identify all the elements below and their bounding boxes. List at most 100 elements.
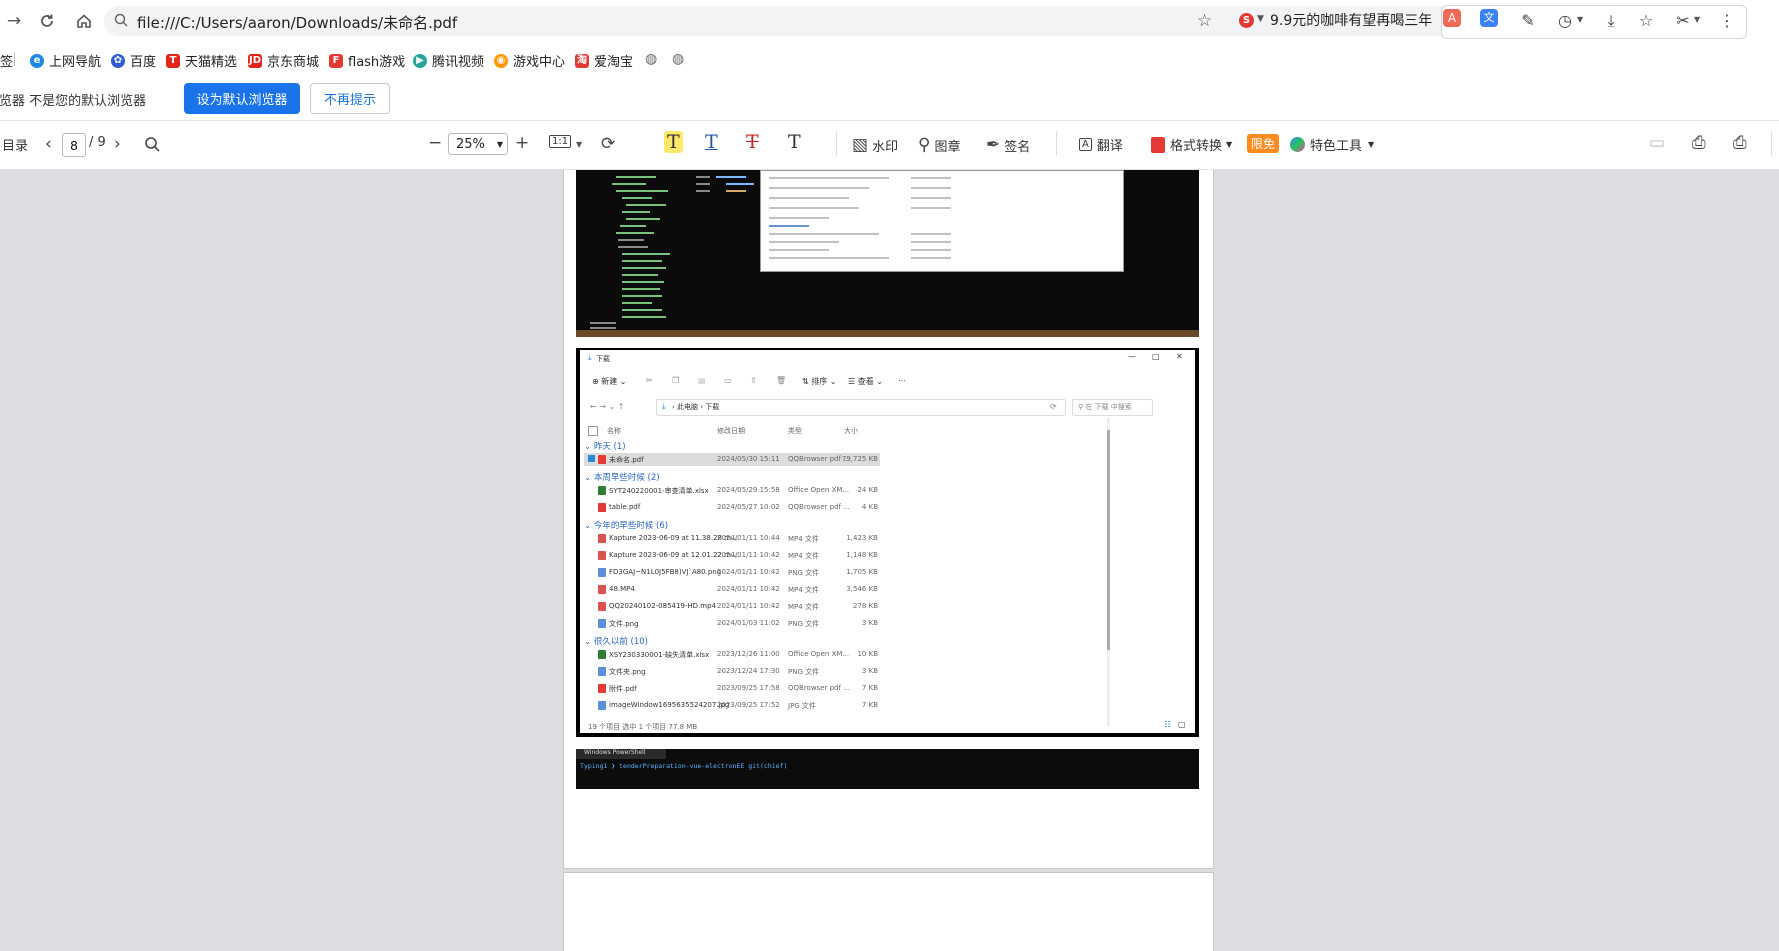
bookmark-label: 天猫精选	[185, 55, 238, 70]
url-text[interactable]: file:///C:/Users/aaron/Downloads/未命名.pdf	[137, 12, 457, 33]
file-size: 1,705 KB	[846, 568, 878, 576]
print-icon[interactable]: ⎙	[1733, 133, 1747, 153]
search-icon[interactable]	[144, 136, 160, 156]
bookmark-item[interactable]: e 上网导航	[30, 51, 101, 70]
file-size: 4 KB	[861, 503, 878, 511]
minimize-icon: —	[1128, 352, 1136, 361]
explorer-window: ⤓ 下载 — □ ✕ ⊕ 新建 ⌄ ✂ ❐ ▤ ▭ ⇪ 🗑 ⇅ 排序 ⌄ ☰ 查…	[580, 350, 1195, 733]
search-icon	[114, 13, 128, 31]
special-tools-icon	[1290, 137, 1305, 152]
ie-globe-icon: e	[30, 53, 44, 68]
translate-button[interactable]: A 翻译	[1079, 135, 1123, 154]
no-remind-button[interactable]: 不再提示	[310, 83, 390, 114]
file-size: 3,546 KB	[846, 585, 878, 593]
bookmark-item[interactable]: Fflash游戏	[329, 51, 405, 70]
close-icon: ✕	[1176, 352, 1183, 361]
bookmark-item[interactable]: ◉ 游戏中心	[494, 51, 565, 70]
pdf-extension-icon[interactable]: A	[1443, 9, 1461, 27]
sign-button[interactable]: ✒ 签名	[986, 135, 1030, 155]
text-underline-icon[interactable]: T	[705, 131, 718, 153]
column-header-name: 名称	[607, 427, 621, 435]
file-size: 1,148 KB	[846, 551, 878, 559]
save-as-icon[interactable]: ⎙	[1692, 133, 1706, 153]
more-icon: ⋯	[898, 376, 906, 385]
download-icon: ⤓	[588, 353, 592, 362]
jd-icon: JD	[248, 53, 262, 68]
file-size: 3 KB	[861, 667, 878, 675]
download-icon[interactable]: ⤓	[1600, 11, 1622, 31]
forward-arrow-icon[interactable]: →	[0, 7, 28, 35]
file-size: 7 KB	[861, 684, 878, 692]
watermark-button[interactable]: ▧ 水印	[852, 135, 898, 155]
text-insert-icon[interactable]: T	[788, 131, 801, 153]
format-convert-label: 格式转换	[1170, 139, 1223, 154]
stamp-button[interactable]: ⚲ 图章	[918, 135, 960, 155]
game-center-icon: ◉	[494, 53, 508, 68]
chevron-down-icon: ▼	[1226, 140, 1233, 149]
baidu-paw-icon: ✿	[111, 53, 125, 68]
zoom-select[interactable]: 25% ▼	[448, 133, 508, 155]
home-icon[interactable]	[70, 7, 98, 35]
text-highlight-button[interactable]: T	[664, 131, 683, 153]
file-size: 10 KB	[857, 650, 878, 658]
explorer-status: 19 个项目 选中 1 个项目 77.8 MB	[588, 723, 698, 731]
cut-icon: ✂	[646, 376, 653, 385]
history-clock-icon[interactable]: ◷	[1554, 11, 1576, 30]
bookmark-item[interactable]: JD 京东商城	[248, 51, 319, 70]
bookmark-item[interactable]: T 天猫精选	[166, 51, 237, 70]
reload-icon[interactable]	[33, 7, 61, 35]
scissors-icon[interactable]: ✂	[1672, 11, 1694, 30]
fit-actual-size-button[interactable]: 1:1	[549, 135, 572, 148]
chevron-down-icon[interactable]: ▼	[1694, 15, 1700, 24]
rotate-icon[interactable]: ⟳	[601, 134, 615, 154]
special-tools-button[interactable]: 特色工具 ▼	[1290, 135, 1374, 154]
page-number-input[interactable]	[62, 133, 86, 157]
sogou-s-icon[interactable]: S	[1239, 13, 1254, 28]
bookmark-item[interactable]: ✿ 百度	[111, 51, 156, 70]
promo-text[interactable]: 9.9元的咖啡有望再喝三年	[1270, 10, 1432, 30]
ai-taobao-icon: 淘	[575, 53, 589, 68]
chevron-down-icon[interactable]: ▼	[1257, 14, 1264, 24]
explorer-title: 下载	[596, 355, 610, 363]
format-convert-button[interactable]: 格式转换 ▼	[1151, 135, 1232, 154]
powershell-tab-label: Windows PowerShell	[584, 749, 646, 756]
search-placeholder: 在 下载 中搜索	[1085, 403, 1132, 411]
zoom-out-icon[interactable]: −	[428, 133, 442, 153]
stamp-icon: ⚲	[918, 135, 931, 155]
bookmark-item[interactable]: 淘爱淘宝	[575, 51, 633, 70]
set-default-browser-button[interactable]: 设为默认浏览器	[184, 83, 300, 114]
text-highlight-icon: T	[664, 131, 683, 153]
zoom-in-icon[interactable]: +	[515, 133, 529, 153]
explorer-search-placeholder: ⚲ 在 下载 中搜索	[1078, 403, 1132, 411]
chevron-down-icon[interactable]: ▼	[1577, 15, 1583, 24]
chevron-down-icon[interactable]: ▼	[576, 140, 582, 149]
bookmark-divider	[14, 52, 15, 66]
bookmark-item[interactable]: ▶ 腾讯视频	[413, 51, 484, 70]
globe-icon[interactable]: ◍	[645, 51, 657, 67]
file-size: 3 KB	[861, 619, 878, 627]
explorer-scrollbar-thumb	[1107, 430, 1110, 650]
bookmark-star-icon[interactable]: ☆	[1635, 11, 1657, 30]
favorite-star-icon[interactable]: ☆	[1197, 11, 1212, 31]
column-header-type: 类型	[788, 427, 802, 435]
page-total: / 9	[89, 135, 106, 150]
prev-page-icon[interactable]: ‹	[45, 134, 52, 154]
text-strikethrough-icon[interactable]: T	[746, 131, 759, 153]
bookmark-label: 签	[0, 55, 14, 70]
save-icon[interactable]: ▭	[1649, 133, 1665, 153]
tmall-icon: T	[166, 53, 180, 68]
paste-icon: ▤	[698, 376, 706, 385]
file-group-header: ⌄ 很久以前 (10)	[584, 637, 648, 647]
more-vertical-icon[interactable]: ⋮	[1716, 11, 1738, 30]
globe-icon[interactable]: ◍	[672, 51, 684, 67]
pen-icon[interactable]: ✎	[1517, 11, 1539, 30]
translate-extension-icon[interactable]: 文	[1480, 9, 1498, 27]
ide-status-bar	[576, 330, 1199, 337]
details-view-icon: ☷	[1164, 720, 1172, 729]
bookmark-item[interactable]: 签	[0, 51, 13, 70]
toc-button[interactable]: 目录	[2, 135, 28, 154]
next-page-icon[interactable]: ›	[114, 134, 121, 154]
bookmark-label: 百度	[130, 55, 157, 70]
flash-game-icon: F	[329, 53, 343, 68]
file-size: 7 KB	[861, 701, 878, 709]
